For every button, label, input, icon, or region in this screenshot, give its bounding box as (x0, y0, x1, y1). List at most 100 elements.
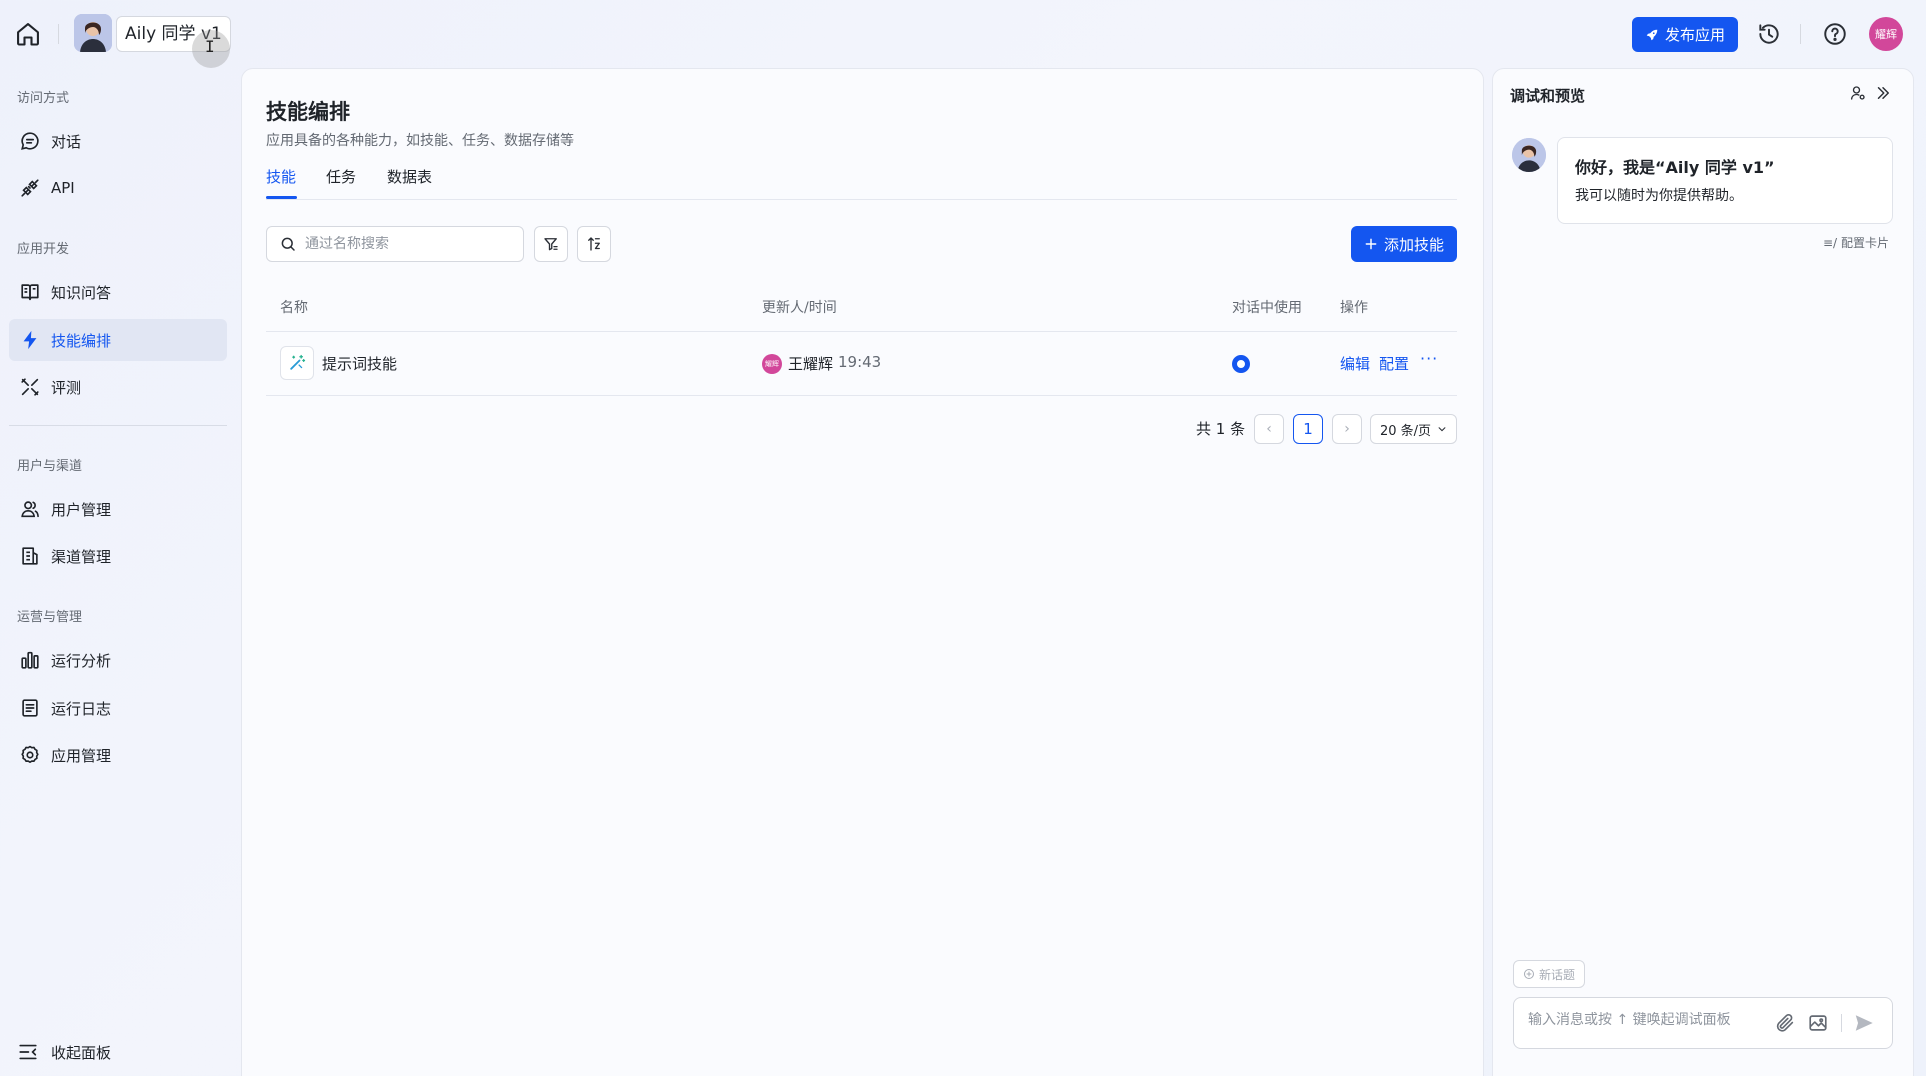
sidebar-item-label: 渠道管理 (51, 547, 112, 566)
book-icon (21, 284, 39, 301)
greeting-title: 你好，我是“Aily 同学 v1” (1575, 158, 1775, 177)
text-cursor-icon: I (205, 37, 215, 56)
tab-data-tables[interactable]: 数据表 (387, 166, 432, 187)
divider (58, 24, 59, 44)
lightning-icon (23, 330, 37, 350)
filter-icon (544, 238, 558, 251)
page-1-button[interactable]: 1 (1293, 414, 1323, 444)
section-title-dev: 应用开发 (17, 242, 70, 257)
greeting-body: 我可以随时为你提供帮助。 (1575, 188, 1743, 204)
skill-icon-box (280, 346, 314, 380)
sidebar-item-label: 评测 (51, 378, 82, 397)
history-button[interactable] (1756, 21, 1782, 47)
update-time: 19:43 (838, 353, 882, 371)
updater-avatar: 耀辉 (762, 354, 782, 374)
search-input[interactable] (305, 236, 505, 252)
bot-avatar (1512, 138, 1546, 172)
page-subtitle: 应用具备的各种能力，如技能、任务、数据存储等 (266, 133, 574, 149)
sidebar-item-chat[interactable]: 对话 (9, 120, 227, 162)
sidebar-item-skill-orchestration[interactable]: 技能编排 (9, 319, 227, 361)
user-settings-icon (1850, 86, 1865, 100)
edit-link[interactable]: 编辑 (1340, 353, 1370, 374)
config-card-button[interactable]: ≡/ 配置卡片 (1823, 234, 1889, 251)
tab-skills[interactable]: 技能 (266, 166, 296, 187)
sidebar-divider (9, 425, 227, 426)
sidebar-item-user-management[interactable]: 用户管理 (9, 488, 227, 530)
users-icon (21, 501, 39, 518)
app-avatar[interactable] (74, 14, 112, 52)
sidebar-item-label: 技能编排 (51, 331, 112, 350)
search-box[interactable] (266, 226, 524, 262)
section-title-ops: 运营与管理 (17, 610, 83, 625)
chat-icon (21, 132, 39, 150)
sidebar-item-label: 应用管理 (51, 746, 112, 765)
column-header-in-chat: 对话中使用 (1232, 300, 1302, 316)
sort-icon (588, 237, 600, 251)
sidebar-item-evaluation[interactable]: 评测 (9, 366, 227, 408)
add-skill-label: 添加技能 (1383, 235, 1444, 254)
sidebar-item-api[interactable]: API (9, 167, 227, 209)
updater-name: 王耀辉 (788, 355, 834, 373)
user-avatar[interactable]: 耀辉 (1869, 17, 1903, 51)
sidebar-item-label: API (51, 179, 75, 197)
debug-user-button[interactable] (1849, 84, 1869, 104)
section-title-access: 访问方式 (17, 91, 70, 106)
plus-icon (1365, 238, 1377, 250)
new-topic-button[interactable]: 新话题 (1513, 960, 1585, 988)
more-actions-button[interactable]: ··· (1420, 349, 1438, 368)
sort-button[interactable] (577, 226, 611, 262)
paperclip-icon (1776, 1013, 1794, 1032)
search-icon (281, 237, 295, 251)
main-panel (241, 68, 1484, 1076)
greeting-bubble (1557, 137, 1893, 224)
message-box[interactable] (1513, 997, 1893, 1049)
config-link[interactable]: 配置 (1379, 353, 1409, 374)
message-input[interactable] (1528, 1012, 1758, 1028)
prev-page-button[interactable]: ‹ (1254, 414, 1284, 444)
send-button[interactable] (1853, 1012, 1875, 1034)
gear-icon (21, 745, 39, 763)
sidebar-item-run-log[interactable]: 运行日志 (9, 687, 227, 729)
page-size-value: 20 条/页 (1379, 423, 1432, 439)
tools-icon (21, 378, 39, 396)
api-plug-icon (21, 179, 39, 197)
sidebar-item-label: 对话 (51, 132, 82, 151)
tabs-divider (266, 199, 1457, 200)
plus-circle-icon (1523, 969, 1534, 979)
filter-button[interactable] (534, 226, 568, 262)
collapse-preview-button[interactable] (1874, 84, 1894, 104)
publish-app-button[interactable]: 发布应用 (1632, 17, 1738, 52)
divider (1841, 1014, 1842, 1032)
collapse-panel-button[interactable]: 收起面板 (17, 1041, 111, 1063)
next-page-button[interactable]: › (1332, 414, 1362, 444)
column-header-name: 名称 (280, 300, 308, 316)
publish-label: 发布应用 (1664, 26, 1725, 44)
add-skill-button[interactable]: 添加技能 (1351, 226, 1457, 262)
page-title: 技能编排 (266, 100, 350, 124)
sidebar-item-label: 运行日志 (51, 699, 112, 718)
sidebar-item-knowledge-qa[interactable]: 知识问答 (9, 271, 227, 313)
preview-title: 调试和预览 (1510, 87, 1586, 105)
table-header-divider (266, 331, 1457, 332)
column-header-actions: 操作 (1340, 300, 1368, 316)
help-icon (1824, 23, 1846, 45)
image-upload-button[interactable] (1807, 1012, 1829, 1034)
image-icon (1809, 1015, 1827, 1031)
config-card-icon: ≡/ (1823, 236, 1838, 250)
double-chevron-right-icon (1877, 87, 1889, 99)
page-size-select[interactable]: 20 条/页 (1370, 414, 1457, 444)
tab-tasks[interactable]: 任务 (326, 166, 356, 187)
sidebar-item-channel-management[interactable]: 渠道管理 (9, 535, 227, 577)
sidebar-item-label: 知识问答 (51, 283, 112, 302)
log-icon (22, 699, 38, 717)
help-button[interactable] (1822, 21, 1848, 47)
collapse-icon (19, 1044, 37, 1060)
chevron-down-icon (1438, 427, 1446, 432)
in-chat-radio[interactable] (1232, 355, 1250, 373)
history-icon (1759, 24, 1779, 44)
home-button[interactable] (14, 20, 42, 48)
skill-name[interactable]: 提示词技能 (322, 353, 397, 374)
attach-button[interactable] (1774, 1012, 1796, 1034)
sidebar-item-app-management[interactable]: 应用管理 (9, 734, 227, 776)
sidebar-item-analytics[interactable]: 运行分析 (9, 639, 227, 681)
